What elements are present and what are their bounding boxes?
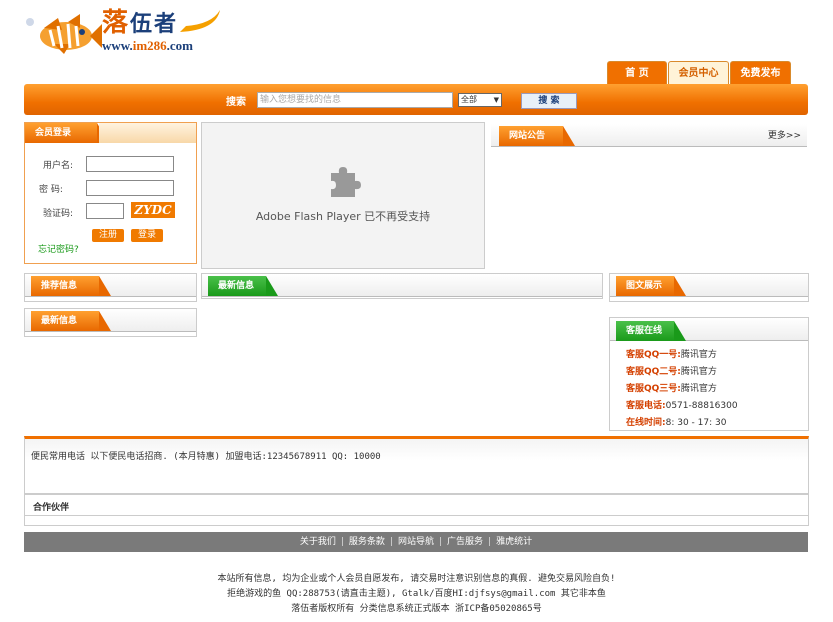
password-label: 密 码: — [39, 185, 63, 195]
logo-url-domain: im286 — [132, 38, 167, 53]
footer-separator: | — [340, 537, 344, 547]
gallery-panel: 图文展示 — [609, 273, 809, 302]
captcha-image[interactable]: ZYDC — [131, 202, 175, 218]
logo-url-prefix: www. — [102, 38, 133, 53]
username-label: 用户名: — [43, 161, 74, 171]
footer-link-sitemap[interactable]: 网站导航 — [398, 537, 434, 547]
latest-left-panel: 最新信息 — [24, 308, 197, 337]
search-category-select[interactable]: 全部 ▼ — [458, 93, 502, 107]
chevron-down-icon: ▼ — [493, 96, 499, 104]
kefu-key: 客服QQ二号: — [626, 367, 681, 377]
footer-separator: | — [488, 537, 492, 547]
convenience-notice-panel: 便民常用电话 以下便民电话招商. (本月特惠) 加盟电话:12345678911… — [24, 436, 809, 494]
captcha-input[interactable] — [86, 203, 124, 219]
login-title-bar — [99, 123, 196, 143]
footer-contact: 拒绝游戏的鱼 QQ:288753(请直击主题), Gtalk/百度HI:djfs… — [227, 589, 606, 599]
kefu-key: 在线时间: — [626, 418, 666, 428]
kefu-line-qq1: 客服QQ一号:腾讯官方 — [626, 347, 717, 360]
logo-url-suffix: .com — [166, 38, 194, 53]
footer-separator: | — [439, 537, 443, 547]
partners-panel: 合作伙伴 — [24, 494, 809, 526]
flash-placeholder: Adobe Flash Player 已不再受支持 — [201, 122, 485, 269]
latest-center-title: 最新信息 — [208, 276, 278, 296]
plugin-puzzle-icon — [331, 167, 361, 197]
partners-title: 合作伙伴 — [33, 503, 70, 513]
password-input[interactable] — [86, 180, 174, 196]
search-button[interactable]: 搜 索 — [521, 93, 577, 109]
login-title: 会员登录 — [25, 123, 109, 143]
username-input[interactable] — [86, 156, 174, 172]
customer-service-title: 客服在线 — [616, 321, 686, 341]
captcha-label: 验证码: — [43, 209, 74, 219]
kefu-value: 腾讯官方 — [680, 384, 717, 394]
latest-left-title: 最新信息 — [31, 311, 111, 331]
register-button[interactable]: 注册 — [92, 229, 124, 242]
logo-wordmark-1: 落 — [102, 8, 131, 38]
kefu-key: 客服QQ一号: — [626, 350, 681, 360]
login-panel: 会员登录 用户名: 密 码: 验证码: ZYDC 注册 登录 忘记密码? — [24, 122, 197, 264]
announcement-more-link[interactable]: 更多>> — [768, 128, 801, 141]
recommended-title: 推荐信息 — [31, 276, 111, 296]
footer-link-stats[interactable]: 雅虎统计 — [496, 537, 532, 547]
kefu-key: 客服电话: — [626, 401, 666, 411]
customer-service-panel: 客服在线 客服QQ一号:腾讯官方 客服QQ二号:腾讯官方 客服QQ三号:腾讯官方… — [609, 317, 809, 431]
logo-wordmark: 落伍者 — [102, 2, 178, 39]
recommended-panel: 推荐信息 — [24, 273, 197, 302]
announcement-panel: 网站公告 更多>> — [491, 122, 807, 149]
footer-copyright: 落伍者版权所有 分类信息系统正式版本 浙ICP备05020865号 — [291, 604, 542, 614]
kefu-value: 0571-88816300 — [665, 401, 738, 411]
logo-swoosh-icon — [180, 10, 220, 32]
tab-free-publish[interactable]: 免费发布 — [730, 61, 791, 86]
forgot-password-link[interactable]: 忘记密码? — [38, 242, 79, 255]
kefu-key: 客服QQ三号: — [626, 384, 681, 394]
logo-wordmark-2: 伍者 — [130, 11, 179, 37]
tab-home[interactable]: 首 页 — [607, 61, 667, 86]
footer-link-about[interactable]: 关于我们 — [300, 537, 336, 547]
login-button[interactable]: 登录 — [131, 229, 163, 242]
tab-member-center[interactable]: 会员中心 — [668, 61, 729, 86]
logo-url: www.im286.com — [102, 38, 193, 54]
search-category-value: 全部 — [461, 95, 477, 104]
footer-nav: 关于我们 | 服务条款 | 网站导航 | 广告服务 | 雅虎统计 — [24, 532, 808, 552]
kefu-line-phone: 客服电话:0571-88816300 — [626, 398, 738, 411]
kefu-line-qq3: 客服QQ三号:腾讯官方 — [626, 381, 717, 394]
convenience-notice-text: 便民常用电话 以下便民电话招商. (本月特惠) 加盟电话:12345678911… — [31, 452, 381, 462]
kefu-value: 8: 30 - 17: 30 — [665, 418, 727, 428]
search-label: 搜索 — [226, 97, 246, 108]
logo-fish-image — [24, 8, 104, 56]
kefu-line-hours: 在线时间:8: 30 - 17: 30 — [626, 415, 726, 428]
search-input[interactable]: 输入您想要找的信息 — [257, 92, 453, 108]
kefu-line-qq2: 客服QQ二号:腾讯官方 — [626, 364, 717, 377]
kefu-value: 腾讯官方 — [680, 367, 717, 377]
footer-link-ads[interactable]: 广告服务 — [447, 537, 483, 547]
kefu-value: 腾讯官方 — [680, 350, 717, 360]
footer-separator: | — [389, 537, 393, 547]
gallery-title: 图文展示 — [616, 276, 686, 296]
footer-link-terms[interactable]: 服务条款 — [349, 537, 385, 547]
announcement-title: 网站公告 — [499, 126, 575, 146]
footer-disclaimer: 本站所有信息, 均为企业或个人会员自愿发布, 请交易时注意识别信息的真假. 避免… — [217, 574, 616, 584]
partners-divider — [25, 515, 808, 516]
latest-center-panel: 最新信息 — [201, 273, 603, 299]
flash-message: Adobe Flash Player 已不再受支持 — [255, 210, 431, 223]
